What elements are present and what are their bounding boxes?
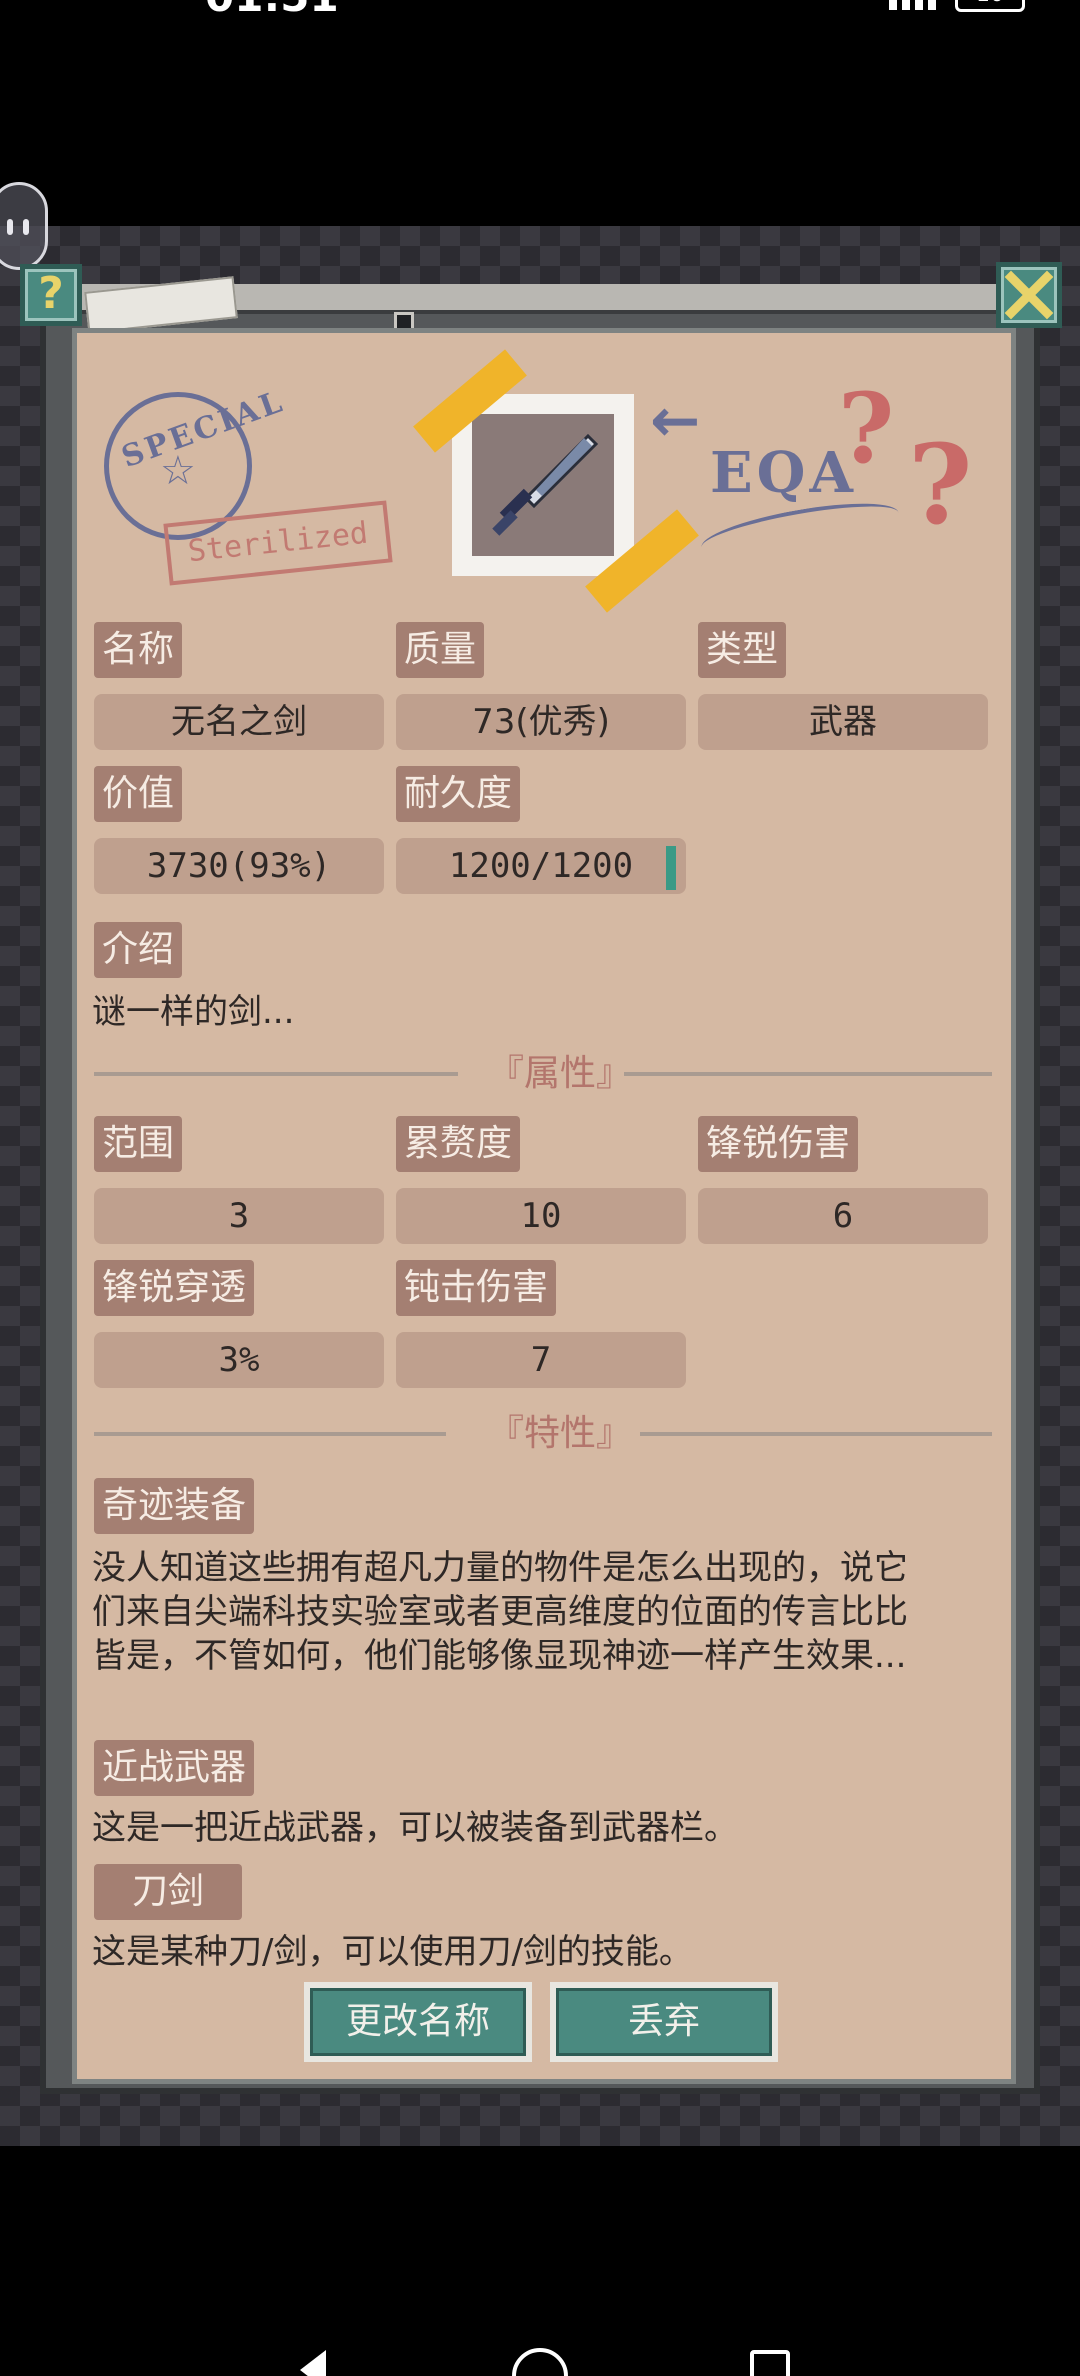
question-mark-icon: ? [908,420,973,549]
range-value: 3 [94,1188,384,1244]
divider-right [624,1072,992,1076]
type-value: 武器 [698,694,988,750]
close-icon [1004,270,1054,320]
quality-value: 73(优秀) [396,694,686,750]
sword-icon [492,433,599,536]
arrow-icon: ← [650,386,701,456]
floating-assistant-icon[interactable] [0,182,48,270]
durability-label: 耐久度 [396,766,521,822]
rename-button-label: 更改名称 [310,1988,526,2056]
durability-value: 1200/1200 [396,838,686,894]
battery-icon: 10 [955,0,1025,12]
close-button[interactable] [996,262,1062,328]
blunt-damage-label: 钝击伤害 [396,1260,557,1316]
name-label: 名称 [94,622,183,678]
type-label: 类型 [698,622,787,678]
divider-left [94,1072,458,1076]
intro-label: 介绍 [94,922,183,978]
discard-button-label: 丢弃 [556,1988,772,2056]
range-label: 范围 [94,1116,183,1172]
trait-text: 皆是，不管如何，他们能够像显现神迹一样产生效果... [92,1636,907,1676]
trait-label: 奇迹装备 [94,1478,255,1534]
fatigue-label: 累赘度 [396,1116,521,1172]
durability-bar [666,846,676,890]
sharp-damage-value: 6 [698,1188,988,1244]
trait-text: 们来自尖端科技实验室或者更高维度的位面的传言比比 [92,1592,908,1632]
back-icon[interactable] [300,2350,326,2376]
sharp-damage-label: 锋锐伤害 [698,1116,859,1172]
divider-right [640,1432,992,1436]
divider-left [94,1432,446,1436]
help-button[interactable]: ? [20,264,82,326]
star-icon: ☆ [160,448,196,494]
sharp-penetration-value: 3% [94,1332,384,1388]
traits-title: 『特性』 [488,1413,633,1454]
status-indicators: 10 [889,0,1025,12]
question-mark-icon: ? [838,372,895,485]
eqa-stamp: EQA [710,440,857,506]
name-value: 无名之剑 [94,694,384,750]
trait-text: 这是一把近战武器，可以被装备到武器栏。 [92,1808,738,1848]
recent-apps-icon[interactable] [750,2350,790,2376]
signal-icon [889,0,941,10]
trait-label: 刀剑 [94,1864,242,1920]
sharp-penetration-label: 锋锐穿透 [94,1260,255,1316]
value-value: 3730(93%) [94,838,384,894]
rename-button[interactable]: 更改名称 [304,1982,532,2062]
quality-label: 质量 [396,622,485,678]
trait-text: 这是某种刀/剑，可以使用刀/剑的技能。 [92,1932,693,1972]
trait-text: 没人知道这些拥有超凡力量的物件是怎么出现的，说它 [92,1548,908,1588]
trait-label: 近战武器 [94,1740,255,1796]
discard-button[interactable]: 丢弃 [550,1982,778,2062]
intro-text: 谜一样的剑... [92,992,295,1032]
fatigue-value: 10 [396,1188,686,1244]
item-image-background [472,414,614,556]
status-time: 01:51 [205,0,339,21]
item-photo [452,394,634,576]
attributes-title: 『属性』 [488,1053,633,1094]
value-label: 价值 [94,766,183,822]
blunt-damage-value: 7 [396,1332,686,1388]
home-icon[interactable] [512,2348,568,2376]
